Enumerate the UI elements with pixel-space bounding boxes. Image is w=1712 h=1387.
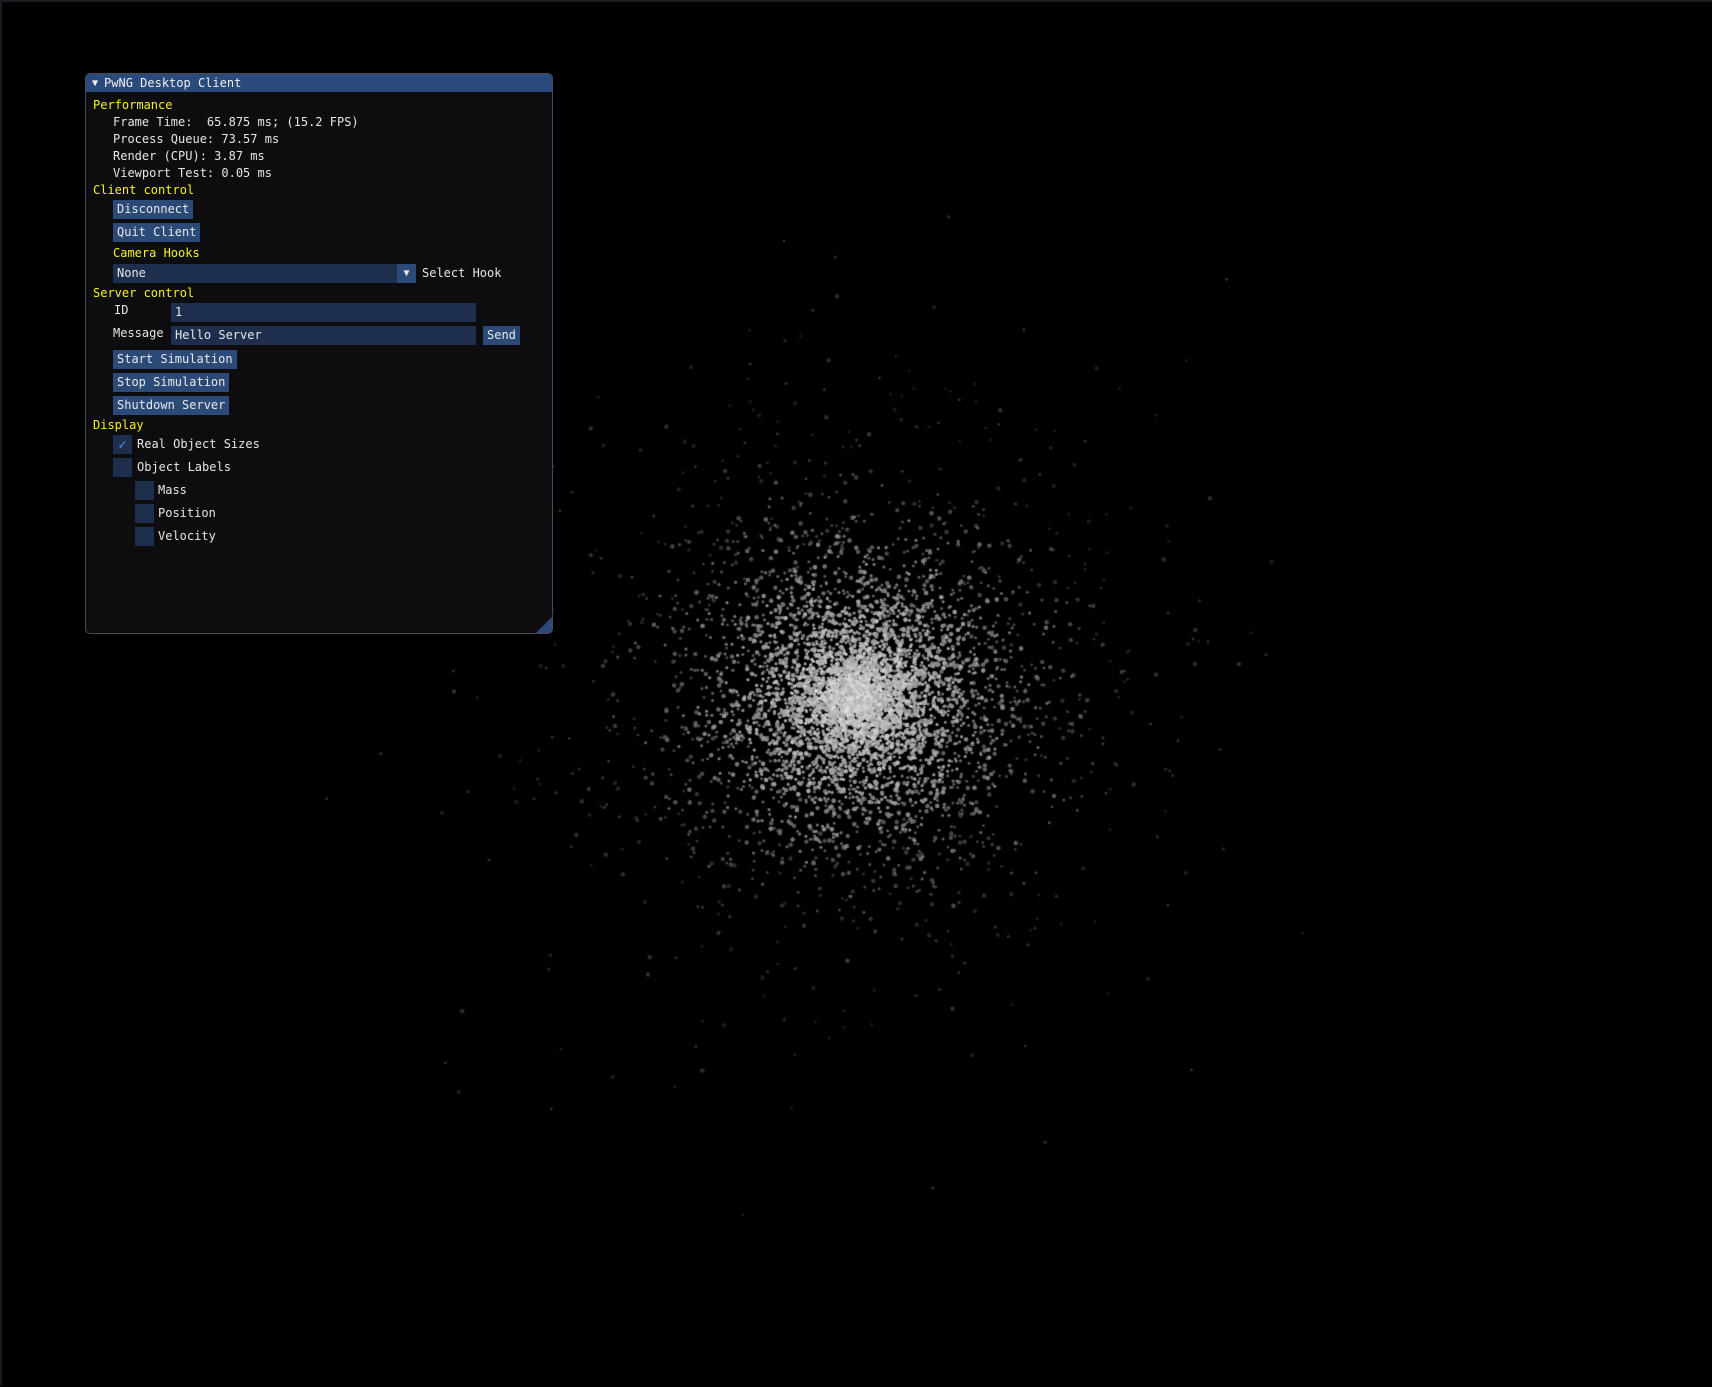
client-control-header: Client control bbox=[93, 183, 195, 197]
start-simulation-button[interactable]: Start Simulation bbox=[113, 350, 237, 369]
display-header: Display bbox=[93, 418, 144, 432]
checkmark-icon: ✓ bbox=[118, 436, 127, 453]
camera-hooks-header: Camera Hooks bbox=[113, 246, 200, 260]
mass-checkbox[interactable] bbox=[135, 481, 154, 500]
stop-simulation-button[interactable]: Stop Simulation bbox=[113, 373, 230, 392]
velocity-label: Velocity bbox=[158, 529, 216, 543]
resize-grip-icon[interactable] bbox=[536, 617, 552, 633]
server-control-header: Server control bbox=[93, 286, 195, 300]
performance-header: Performance bbox=[93, 98, 173, 112]
window-titlebar[interactable]: ▼ PwNG Desktop Client bbox=[86, 74, 552, 92]
send-button[interactable]: Send bbox=[483, 326, 520, 345]
real-object-sizes-checkbox[interactable]: ✓ bbox=[113, 435, 132, 454]
render-cpu-text: Render (CPU): 3.87 ms bbox=[113, 149, 265, 163]
chevron-down-icon[interactable]: ▼ bbox=[397, 264, 416, 283]
object-labels-label: Object Labels bbox=[137, 460, 231, 474]
shutdown-server-button[interactable]: Shutdown Server bbox=[113, 396, 230, 415]
message-label: Message bbox=[113, 326, 164, 340]
viewport-test-text: Viewport Test: 0.05 ms bbox=[113, 166, 272, 180]
frame-time-text: Frame Time: 65.875 ms; (15.2 FPS) bbox=[113, 115, 359, 129]
real-object-sizes-label: Real Object Sizes bbox=[137, 437, 260, 451]
process-queue-text: Process Queue: 73.57 ms bbox=[113, 132, 280, 146]
select-hook-label: Select Hook bbox=[422, 266, 502, 280]
message-input[interactable]: Hello Server bbox=[171, 326, 476, 345]
disconnect-button[interactable]: Disconnect bbox=[113, 200, 194, 219]
mass-label: Mass bbox=[158, 483, 187, 497]
quit-client-button[interactable]: Quit Client bbox=[113, 223, 201, 242]
client-control-window[interactable]: ▼ PwNG Desktop Client Performance Frame … bbox=[85, 73, 553, 634]
collapse-triangle-icon[interactable]: ▼ bbox=[92, 78, 98, 89]
object-labels-checkbox[interactable] bbox=[113, 458, 132, 477]
velocity-checkbox[interactable] bbox=[135, 527, 154, 546]
id-input[interactable]: 1 bbox=[171, 303, 476, 322]
id-label: ID bbox=[114, 303, 129, 317]
position-checkbox[interactable] bbox=[135, 504, 154, 523]
camera-hook-select[interactable]: None bbox=[113, 264, 397, 283]
position-label: Position bbox=[158, 506, 216, 520]
window-title: PwNG Desktop Client bbox=[104, 76, 242, 90]
